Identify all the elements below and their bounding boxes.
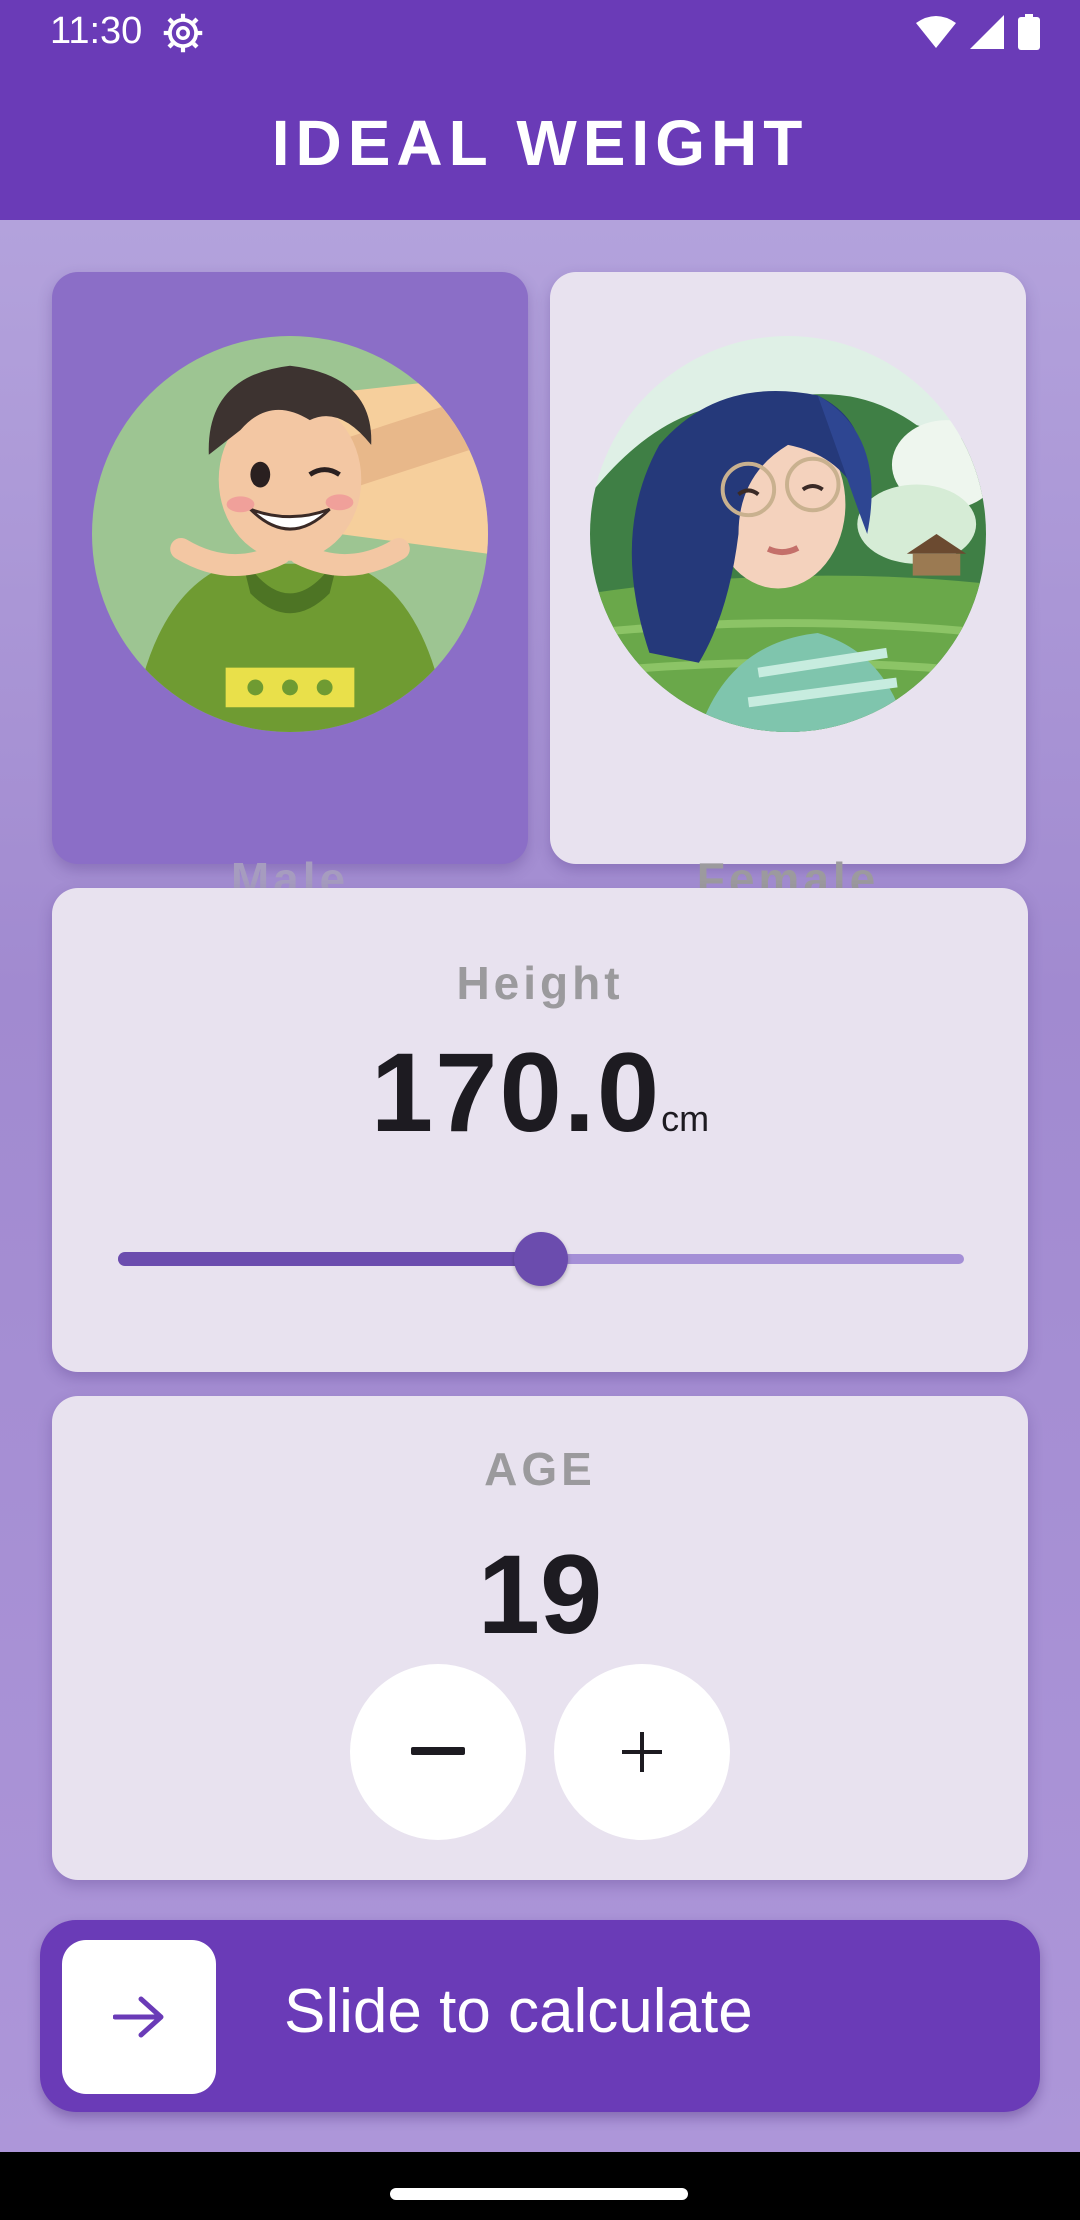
increase-age-button[interactable] <box>554 1664 730 1840</box>
height-value: 170.0 <box>370 1030 662 1155</box>
female-card[interactable]: Female <box>550 272 1026 905</box>
slider-thumb[interactable] <box>514 1232 568 1286</box>
male-card[interactable]: Male <box>52 272 528 905</box>
status-bar: 11:30 <box>0 0 1080 66</box>
height-label: Height <box>456 957 624 1009</box>
slide-to-calculate[interactable]: Slide to calculate <box>40 1920 1040 2112</box>
age-card: AGE 19 <box>52 1396 1028 1880</box>
height-unit: cm <box>661 1098 710 1139</box>
slider-active-track <box>118 1252 541 1266</box>
slide-thumb[interactable] <box>62 1940 216 2094</box>
app-bar: IDEAL WEIGHT <box>0 66 1080 220</box>
height-readout: 170.0cm <box>52 1028 1028 1157</box>
cellular-signal-icon <box>970 15 1004 49</box>
age-value: 19 <box>477 1532 603 1657</box>
status-time: 11:30 <box>50 10 143 52</box>
minus-icon <box>411 1747 465 1755</box>
age-label: AGE <box>484 1443 596 1495</box>
plus-icon <box>622 1732 662 1772</box>
height-slider[interactable] <box>118 1232 964 1286</box>
navigation-bar <box>0 2152 1080 2220</box>
main-content: Male Female Height 170.0cm AGE 19 Slide … <box>0 220 1080 2152</box>
battery-icon <box>1018 14 1040 50</box>
male-avatar-image <box>92 336 488 732</box>
slide-label: Slide to calculate <box>284 1977 753 2046</box>
wifi-icon <box>916 16 956 48</box>
female-avatar-image <box>590 336 986 732</box>
arrow-right-icon <box>113 1996 164 2038</box>
settings-gear-icon <box>163 13 203 53</box>
height-card: Height 170.0cm <box>52 888 1028 1372</box>
app-title: IDEAL WEIGHT <box>271 107 809 179</box>
home-indicator[interactable] <box>390 2188 688 2200</box>
decrease-age-button[interactable] <box>350 1664 526 1840</box>
